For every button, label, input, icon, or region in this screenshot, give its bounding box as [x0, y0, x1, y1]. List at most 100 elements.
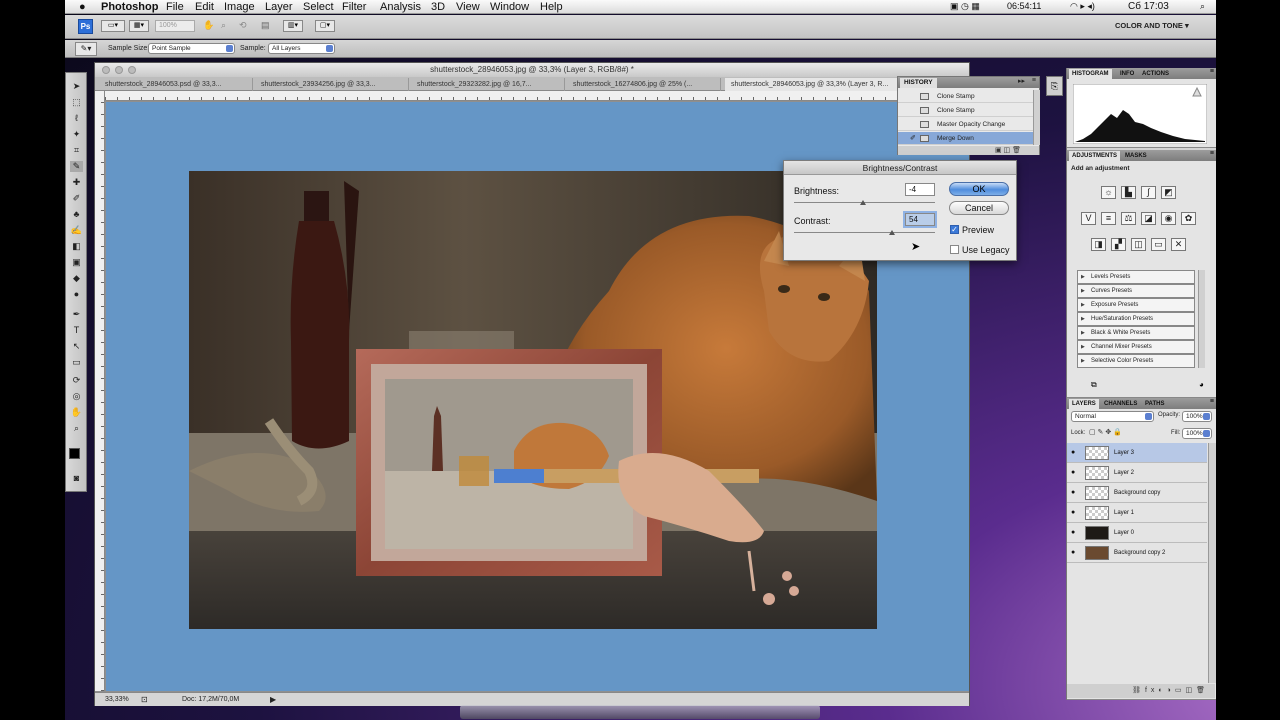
lock-icons[interactable]: ▢ ✎ ✥ 🔒	[1089, 428, 1122, 436]
horizontal-ruler[interactable]	[105, 91, 969, 101]
panel-menu-icon[interactable]: ≡	[1210, 68, 1214, 75]
panel-menu-icon[interactable]: ≡	[1210, 150, 1214, 157]
visibility-eye-icon[interactable]: ●	[1071, 489, 1075, 497]
zoom-level-field[interactable]: 100%	[155, 20, 195, 32]
posterize-icon[interactable]: ▞	[1111, 238, 1126, 251]
preview-checkbox[interactable]: ✓	[950, 225, 959, 234]
fill-field[interactable]: 100%	[1182, 428, 1212, 439]
path-selection-tool-icon[interactable]: ↖	[70, 341, 83, 352]
selective-color-icon[interactable]: ✕	[1171, 238, 1186, 251]
gradient-tool-icon[interactable]: ▣	[70, 257, 83, 268]
rotate-view-icon[interactable]: ⟲	[239, 20, 253, 32]
visibility-eye-icon[interactable]: ●	[1071, 509, 1075, 517]
status-arrow-icon[interactable]: ▶	[270, 693, 276, 706]
layer-row[interactable]: ● Layer 0	[1067, 523, 1207, 543]
tab-histogram[interactable]: HISTOGRAM	[1069, 69, 1112, 79]
wifi-icon[interactable]: ◠ ▸ ◂)	[1070, 1, 1095, 12]
layer-row[interactable]: ● Background copy 2	[1067, 543, 1207, 563]
doc-tab-active[interactable]: shutterstock_28946053.jpg @ 33,3% (Layer…	[725, 78, 925, 91]
ps-launch-icon[interactable]: Ps	[78, 19, 93, 34]
close-window-button[interactable]	[102, 66, 110, 74]
menu-select[interactable]: Select	[303, 1, 334, 13]
brush-tool-icon[interactable]: ✐	[70, 193, 83, 204]
tab-info[interactable]: INFO	[1117, 69, 1137, 79]
zoom-icon[interactable]: ⌕	[221, 20, 235, 32]
eraser-tool-icon[interactable]: ◧	[70, 241, 83, 252]
preset-channel-mixer[interactable]: Channel Mixer Presets	[1077, 340, 1195, 354]
tab-layers[interactable]: LAYERS	[1069, 399, 1099, 409]
visibility-eye-icon[interactable]: ●	[1071, 449, 1075, 457]
preset-exposure[interactable]: Exposure Presets	[1077, 298, 1195, 312]
contrast-input[interactable]: 54	[905, 213, 935, 226]
menu-window[interactable]: Window	[490, 1, 529, 13]
history-scrollbar[interactable]	[1033, 90, 1040, 145]
healing-brush-tool-icon[interactable]: ✚	[70, 177, 83, 188]
doc-tab-4[interactable]: shutterstock_16274806.jpg @ 25% (...	[567, 78, 721, 91]
menu-3d[interactable]: 3D	[431, 1, 445, 13]
tab-history[interactable]: HISTORY	[900, 78, 937, 88]
view-extras-icon[interactable]: ▦▾	[129, 20, 149, 32]
tab-channels[interactable]: CHANNELS	[1101, 399, 1140, 409]
panel-dock-icon[interactable]: ⎘	[1046, 76, 1063, 96]
contrast-slider-thumb[interactable]	[888, 230, 895, 235]
day-time[interactable]: Сб 17:03	[1128, 1, 1169, 12]
brightness-contrast-icon[interactable]: ☼	[1101, 186, 1116, 199]
apple-menu-icon[interactable]: ●	[79, 1, 86, 13]
doc-tab-3[interactable]: shutterstock_29323282.jpg @ 16,7...	[411, 78, 565, 91]
status-icons[interactable]: ▣ ◷ ▦	[950, 1, 980, 12]
visibility-eye-icon[interactable]: ●	[1071, 549, 1075, 557]
preset-selective-color[interactable]: Selective Color Presets	[1077, 354, 1195, 368]
history-item[interactable]: Clone Stamp	[898, 104, 1039, 117]
history-item-selected[interactable]: ✐ Merge Down	[898, 132, 1039, 145]
foreground-color-swatch[interactable]	[69, 448, 80, 459]
quick-mask-icon[interactable]: ◙	[70, 473, 83, 484]
3d-rotate-tool-icon[interactable]: ⟳	[70, 375, 83, 386]
layer-row[interactable]: ● Layer 3	[1067, 443, 1207, 463]
layers-footer-buttons[interactable]: ⛓fx◐◑▭◫🗑	[1067, 684, 1215, 698]
levels-icon[interactable]: ▙	[1121, 186, 1136, 199]
photo-filter-icon[interactable]: ◉	[1161, 212, 1176, 225]
spotlight-icon[interactable]: ⌕	[1200, 1, 1205, 12]
marquee-tool-icon[interactable]: ⬚	[70, 97, 83, 108]
arrange-documents-button[interactable]: ▥▾	[283, 20, 303, 32]
type-tool-icon[interactable]: T	[70, 325, 83, 336]
visibility-eye-icon[interactable]: ●	[1071, 469, 1075, 477]
brightness-slider-thumb[interactable]	[859, 200, 866, 205]
tab-masks[interactable]: MASKS	[1122, 151, 1150, 161]
menu-analysis[interactable]: Analysis	[380, 1, 421, 13]
layer-row[interactable]: ● Layer 1	[1067, 503, 1207, 523]
hue-saturation-icon[interactable]: ≡	[1101, 212, 1116, 225]
menu-view[interactable]: View	[456, 1, 480, 13]
move-tool-icon[interactable]: ➤	[70, 81, 83, 92]
document-image[interactable]	[189, 171, 877, 629]
tab-paths[interactable]: PATHS	[1142, 399, 1167, 409]
layer-row[interactable]: ● Layer 2	[1067, 463, 1207, 483]
doc-tab-2[interactable]: shutterstock_23934256.jpg @ 33,3...	[255, 78, 409, 91]
zoom-tool-icon[interactable]: ⌕	[70, 423, 83, 434]
menu-filter[interactable]: Filter	[342, 1, 366, 13]
history-brush-tool-icon[interactable]: ✍	[70, 225, 83, 236]
doc-tab-1[interactable]: shutterstock_28946053.psd @ 33,3...	[99, 78, 253, 91]
brightness-input[interactable]: -4	[905, 183, 935, 196]
adjustment-visibility-icon[interactable]: ◕	[1199, 380, 1204, 389]
preset-hue-saturation[interactable]: Hue/Saturation Presets	[1077, 312, 1195, 326]
gradient-map-icon[interactable]: ▭	[1151, 238, 1166, 251]
invert-icon[interactable]: ◨	[1091, 238, 1106, 251]
hand-icon[interactable]: ✋	[203, 20, 217, 32]
black-white-icon[interactable]: ◪	[1141, 212, 1156, 225]
shape-tool-icon[interactable]: ▭	[70, 357, 83, 368]
workspace-switcher[interactable]: COLOR AND TONE ▾	[1115, 20, 1209, 32]
menu-file[interactable]: File	[166, 1, 184, 13]
menu-layer[interactable]: Layer	[265, 1, 293, 13]
hand-tool-icon[interactable]: ✋	[70, 407, 83, 418]
curves-icon[interactable]: ∫	[1141, 186, 1156, 199]
channel-mixer-icon[interactable]: ✿	[1181, 212, 1196, 225]
visibility-eye-icon[interactable]: ●	[1071, 529, 1075, 537]
contrast-slider-track[interactable]	[794, 232, 935, 233]
sample-select[interactable]: All Layers	[268, 43, 335, 54]
opacity-field[interactable]: 100%	[1182, 411, 1212, 422]
zoom-window-button[interactable]	[128, 66, 136, 74]
dock[interactable]	[460, 705, 820, 719]
blend-mode-select[interactable]: Normal	[1071, 411, 1154, 422]
preset-curves[interactable]: Curves Presets	[1077, 284, 1195, 298]
